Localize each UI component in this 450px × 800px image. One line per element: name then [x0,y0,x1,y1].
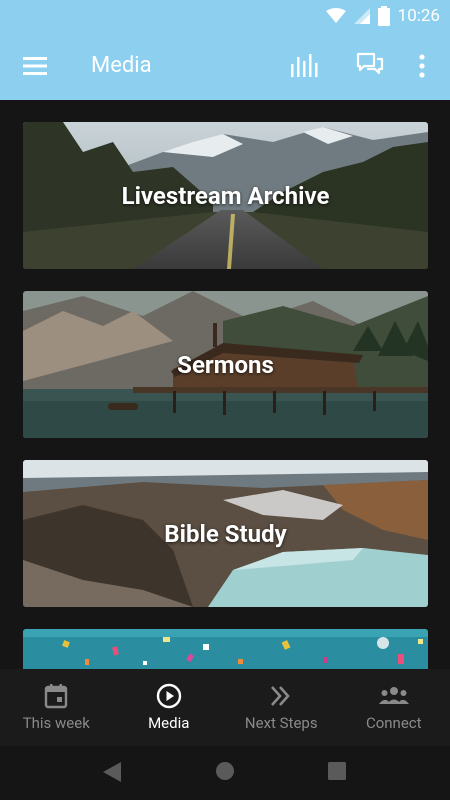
play-circle-icon [156,683,181,709]
status-icons: 10:26 [325,0,440,32]
card-label: Livestream Archive [121,181,330,210]
card-sermons[interactable]: Sermons [23,291,428,438]
nav-item-this-week[interactable]: This week [0,669,113,746]
nav-label: Next Steps [244,714,318,732]
nav-item-media[interactable]: Media [113,669,226,746]
nav-label: Connect [365,714,422,732]
home-icon[interactable] [215,761,235,781]
nav-item-next-steps[interactable]: Next Steps [225,669,338,746]
menu-icon[interactable] [20,52,50,80]
double-chevron-right-icon [271,686,290,706]
media-list: Livestream Archive Sermons Bible Study [0,100,450,669]
group-icon [378,687,409,704]
nav-item-connect[interactable]: Connect [338,669,450,746]
status-time: 10:26 [397,6,440,26]
back-icon[interactable] [101,760,123,784]
wifi-icon [325,8,346,23]
card-celebration[interactable] [23,629,428,669]
cell-signal-icon [353,8,370,24]
nav-label: This week [22,714,90,732]
calendar-icon [45,684,68,709]
battery-icon [377,6,390,26]
chat-icon[interactable] [355,51,385,81]
card-livestream-archive[interactable]: Livestream Archive [23,122,428,269]
app-bar: Media [0,32,450,100]
bottom-navigation: This week Media Next Steps Connect [0,669,450,746]
card-label: Bible Study [164,519,287,548]
audio-bars-icon[interactable] [289,52,321,80]
nav-label: Media [148,714,190,732]
card-bible-study[interactable]: Bible Study [23,460,428,607]
more-vertical-icon[interactable] [414,52,430,80]
card-label: Sermons [177,350,274,379]
system-navigation-bar [0,746,450,800]
status-bar: 10:26 [0,0,450,32]
page-title: Media [91,53,152,78]
confetti-image [23,629,428,669]
recents-icon[interactable] [328,762,346,780]
